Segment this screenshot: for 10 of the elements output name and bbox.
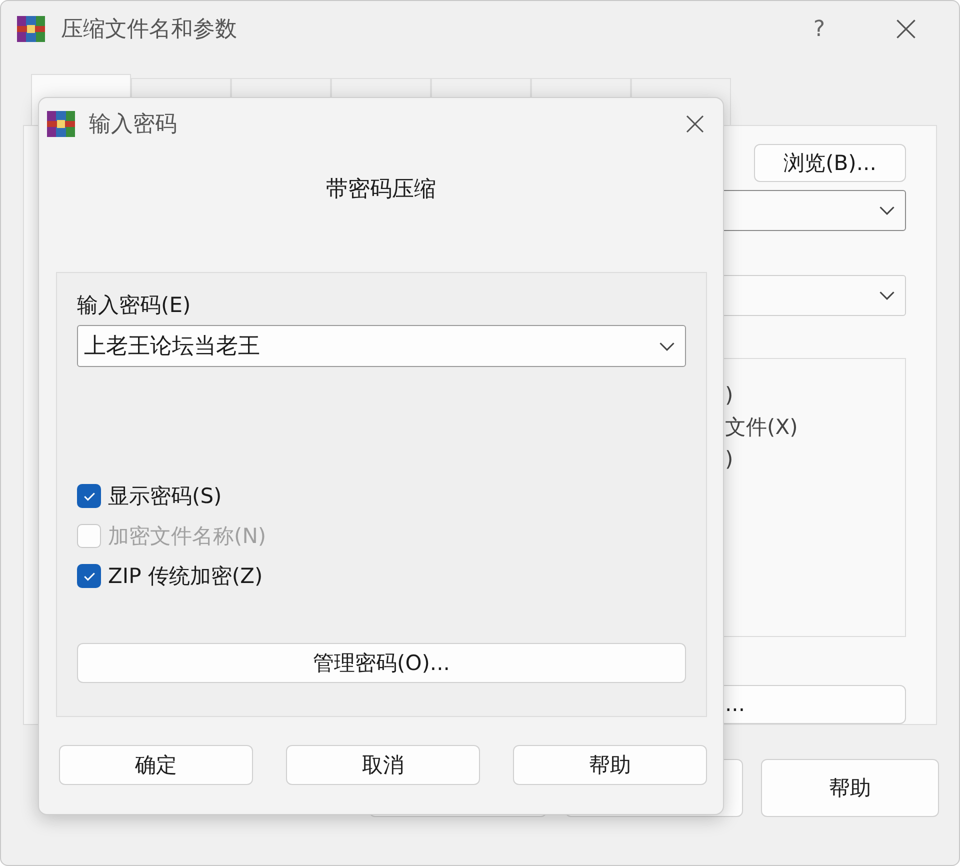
option-label: ) bbox=[725, 446, 734, 471]
checkbox-label: ZIP 传统加密(Z) bbox=[108, 563, 263, 590]
dialog-heading: 带密码压缩 bbox=[326, 176, 436, 204]
checkbox-label: 加密文件名称(N) bbox=[108, 523, 266, 550]
option-label: 文件(X) bbox=[725, 414, 799, 441]
dialog-title: 输入密码 bbox=[89, 111, 178, 139]
window-title: 压缩文件名和参数 bbox=[61, 16, 238, 44]
checkbox-label: 显示密码(S) bbox=[108, 483, 222, 510]
option-label: ) bbox=[725, 382, 734, 407]
password-label: 输入密码(E) bbox=[77, 292, 191, 319]
